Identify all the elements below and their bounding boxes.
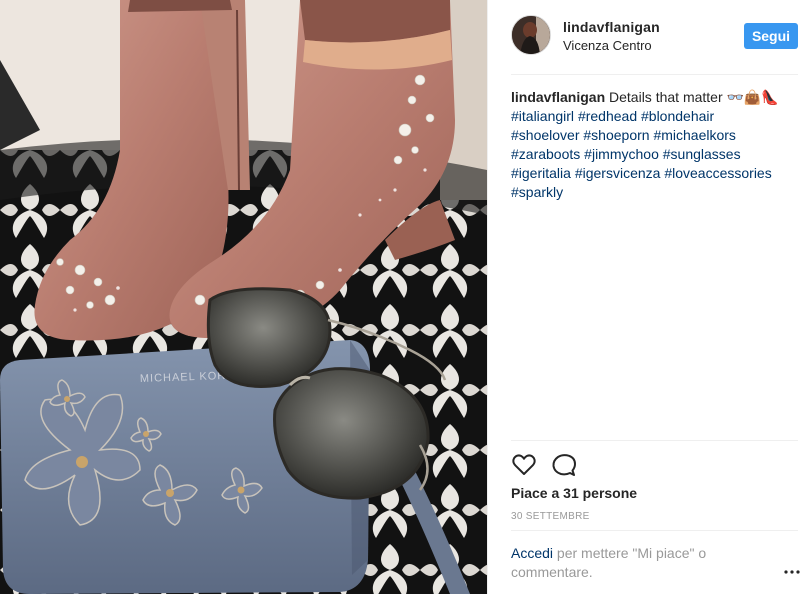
post-image: MICHAEL KORS — [0, 0, 487, 594]
actions-divider — [511, 440, 798, 441]
post-date[interactable]: 30 SETTEMBRE — [511, 511, 590, 522]
hashtag-link[interactable]: #igersvicenza — [575, 165, 661, 181]
post-side-panel: lindavflanigan Vicenza Centro Segui lind… — [487, 0, 812, 594]
heart-icon[interactable] — [511, 452, 537, 478]
hashtag-link[interactable]: #sunglasses — [663, 146, 741, 162]
hashtag-link[interactable]: #redhead — [578, 108, 637, 124]
hashtag-link[interactable]: #loveaccessories — [664, 165, 771, 181]
location-link[interactable]: Vicenza Centro — [563, 38, 652, 53]
header-divider — [511, 74, 798, 75]
hashtag-link[interactable]: #shoelover — [511, 127, 580, 143]
caption: lindavflanigan Details that matter 👓👜👠 #… — [511, 88, 798, 202]
hashtag-link[interactable]: #jimmychoo — [584, 146, 659, 162]
comment-prompt: Accedi per mettere "Mi piace" o commenta… — [511, 544, 741, 582]
hashtag-link[interactable]: #italiangirl — [511, 108, 574, 124]
comment-divider — [511, 530, 798, 531]
avatar[interactable] — [511, 15, 551, 55]
hashtag-link[interactable]: #blondehair — [641, 108, 714, 124]
post-photo[interactable]: MICHAEL KORS — [0, 0, 487, 594]
likes-count[interactable]: Piace a 31 persone — [511, 485, 637, 501]
avatar-image — [512, 16, 550, 54]
caption-text: Details that matter 👓👜👠 — [609, 89, 779, 105]
hashtag-link[interactable]: #igeritalia — [511, 165, 571, 181]
caption-username[interactable]: lindavflanigan — [511, 89, 605, 105]
more-icon[interactable] — [784, 562, 800, 574]
hashtag-link[interactable]: #shoeporn — [583, 127, 649, 143]
login-link[interactable]: Accedi — [511, 545, 553, 561]
hashtag-list: #italiangirl #redhead #blondehair #shoel… — [511, 108, 772, 200]
comment-icon[interactable] — [551, 452, 577, 478]
username-link[interactable]: lindavflanigan — [563, 19, 660, 35]
hashtag-link[interactable]: #michaelkors — [653, 127, 735, 143]
hashtag-link[interactable]: #zaraboots — [511, 146, 580, 162]
hashtag-link[interactable]: #sparkly — [511, 184, 563, 200]
post-header: lindavflanigan Vicenza Centro Segui — [511, 15, 798, 59]
follow-button[interactable]: Segui — [744, 23, 798, 49]
